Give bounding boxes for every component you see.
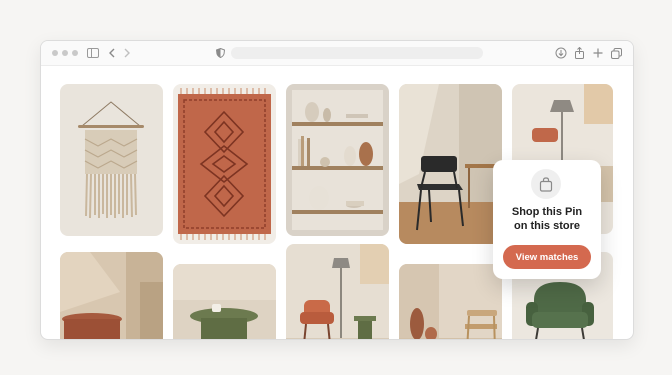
popup-title-line-1: Shop this Pin (511, 206, 583, 218)
maximize-window-dot[interactable] (72, 50, 78, 56)
pin-green-table[interactable] (173, 264, 276, 339)
browser-toolbar (41, 41, 633, 66)
pin-vases-wooden-chair[interactable] (399, 264, 502, 339)
pin-terracotta-rug[interactable] (173, 84, 276, 244)
popup-title-line-2: on this store (513, 220, 580, 232)
close-window-dot[interactable] (52, 50, 58, 56)
shopping-bag-icon (531, 169, 561, 199)
view-matches-button[interactable]: View matches (503, 245, 591, 269)
pin-orange-chair[interactable] (286, 244, 389, 339)
address-bar[interactable] (231, 47, 483, 59)
pin-grid: Shop this Pin on this store View matches (41, 65, 633, 339)
pin-macrame-wall-hanging[interactable] (60, 84, 163, 236)
pin-shelf-ceramics[interactable] (286, 84, 389, 236)
download-icon[interactable] (554, 46, 568, 60)
pin-black-chair[interactable] (399, 84, 502, 244)
popup-title: Shop this Pin on this store (499, 205, 595, 233)
shop-pin-popup: Shop this Pin on this store View matches (493, 160, 601, 279)
tabs-overview-icon[interactable] (609, 46, 623, 60)
sidebar-icon[interactable] (86, 46, 100, 60)
browser-window: Shop this Pin on this store View matches (40, 40, 634, 340)
minimize-window-dot[interactable] (62, 50, 68, 56)
back-icon[interactable] (105, 46, 119, 60)
share-icon[interactable] (572, 46, 586, 60)
pin-round-table[interactable] (60, 252, 163, 339)
shield-icon[interactable] (213, 46, 227, 60)
new-tab-icon[interactable] (591, 46, 605, 60)
forward-icon[interactable] (120, 46, 134, 60)
